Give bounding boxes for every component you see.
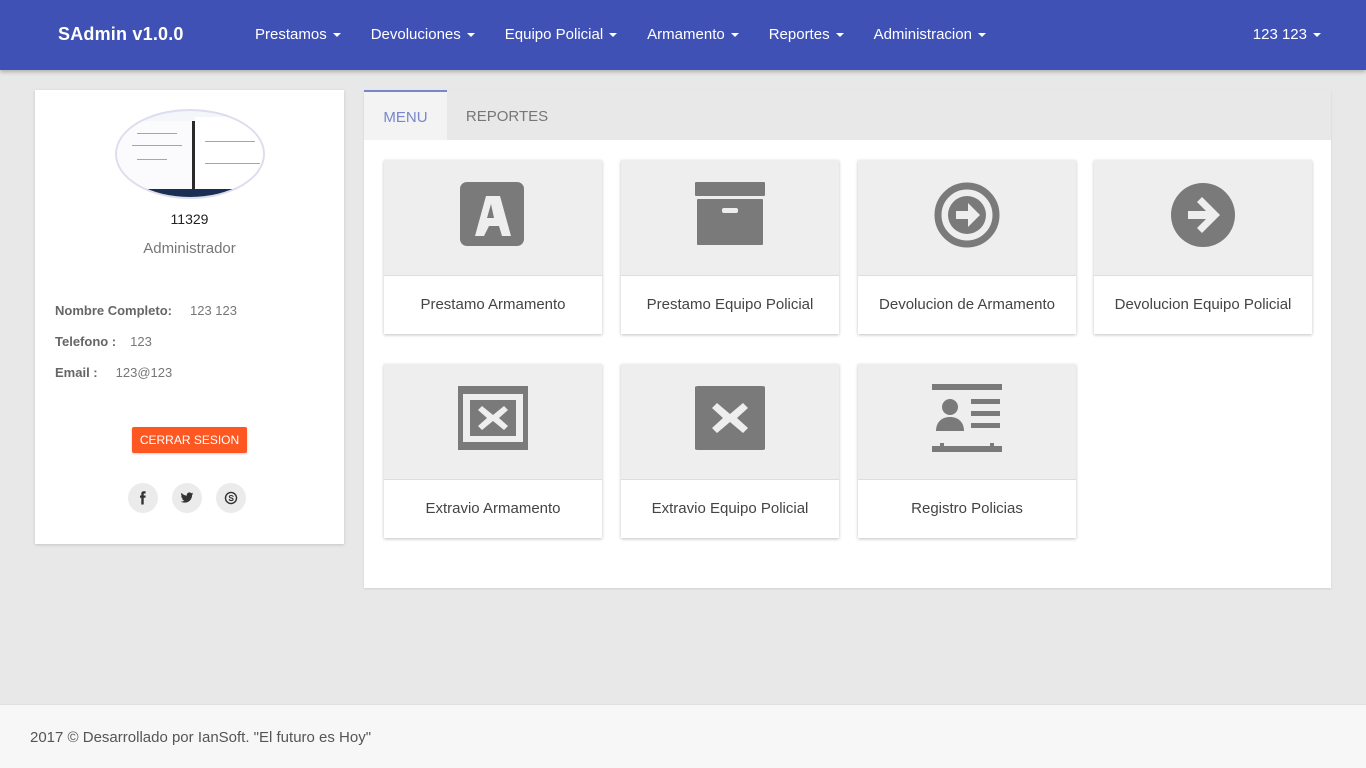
tab-bar: MENU REPORTES [364,90,1331,140]
tile-registro-policias[interactable]: Registro Policias [858,364,1076,538]
info-full-name: Nombre Completo: 123 123 [55,303,237,318]
tab-menu[interactable]: MENU [364,90,447,140]
tile-devolucion-armamento[interactable]: Devolucion de Armamento [858,160,1076,334]
tile-icon-area [621,160,839,276]
employee-number: 11329 [170,211,209,227]
menu-label: Prestamos [255,26,327,43]
avatar-line [132,145,182,146]
avatar [115,109,265,199]
tile-prestamo-equipo-policial[interactable]: Prestamo Equipo Policial [621,160,839,334]
email-label: Email : [55,365,98,380]
tile-label: Extravio Armamento [425,500,561,517]
menu-prestamos[interactable]: Prestamos [255,26,341,43]
tile-label: Registro Policias [911,500,1023,517]
caret-down-icon [609,32,618,37]
facebook-icon[interactable] [128,483,158,513]
tile-prestamo-armamento[interactable]: Prestamo Armamento [384,160,602,334]
main-menu: Prestamos Devoluciones Equipo Policial A… [255,26,1016,43]
tile-label: Prestamo Armamento [420,296,566,313]
circle-arrow-right-outline-icon [934,182,1000,248]
user-name: 123 123 [1252,26,1307,43]
caret-down-icon [466,32,475,37]
logout-button[interactable]: CERRAR SESION [132,427,247,453]
main-panel: MENU REPORTES Prestamo Armamento Prestam… [364,90,1331,588]
avatar-screenshot-window [195,117,263,193]
full-name-label: Nombre Completo: [55,303,172,318]
tile-label: Devolucion Equipo Policial [1114,296,1292,313]
tile-label: Prestamo Equipo Policial [646,296,814,313]
email-value: 123@123 [115,365,173,380]
tile-icon-area [384,364,602,480]
caret-down-icon [977,32,986,37]
tile-extravio-equipo-policial[interactable]: Extravio Equipo Policial [621,364,839,538]
caret-down-icon [1313,32,1321,37]
archive-box-icon [695,182,765,245]
caret-down-icon [835,32,844,37]
tile-icon-area [858,364,1076,480]
profile-card: 11329 Administrador Nombre Completo: 123 … [35,90,344,544]
menu-administracion[interactable]: Administracion [874,26,986,43]
menu-label: Armamento [647,26,725,43]
tile-label: Extravio Equipo Policial [651,500,809,517]
tile-extravio-armamento[interactable]: Extravio Armamento [384,364,602,538]
info-email: Email : 123@123 [55,365,172,380]
caret-down-icon [332,32,341,37]
avatar-line [137,133,177,134]
menu-devoluciones[interactable]: Devoluciones [371,26,475,43]
twitter-icon[interactable] [172,483,202,513]
caret-down-icon [730,32,739,37]
tile-devolucion-equipo-policial[interactable]: Devolucion Equipo Policial [1094,160,1312,334]
menu-armamento[interactable]: Armamento [647,26,739,43]
avatar-screenshot-window [117,121,195,193]
avatar-line [205,163,260,164]
menu-label: Administracion [873,26,972,43]
menu-label: Devoluciones [370,26,461,43]
top-navbar: SAdmin v1.0.0 Prestamos Devoluciones Equ… [0,0,1366,70]
window-close-outline-icon [458,386,528,450]
tile-label: Devolucion de Armamento [879,296,1055,313]
menu-label: Reportes [768,26,830,43]
menu-label: Equipo Policial [504,26,604,43]
footer-text: 2017 © Desarrollado por IanSoft. "El fut… [30,729,372,746]
tile-icon-area [1094,160,1312,276]
info-phone: Telefono : 123 [55,334,152,349]
brand-title[interactable]: SAdmin v1.0.0 [58,24,184,45]
id-card-icon [932,384,1002,452]
tab-reportes[interactable]: REPORTES [447,90,567,140]
circle-arrow-right-icon [1171,183,1235,247]
tile-icon-area [384,160,602,276]
avatar-line [137,159,167,160]
skype-icon[interactable] [216,483,246,513]
letter-a-icon [460,182,524,246]
user-role: Administrador [143,240,236,257]
phone-label: Telefono : [55,334,117,349]
avatar-taskbar [117,189,263,197]
menu-equipo-policial[interactable]: Equipo Policial [504,26,618,43]
avatar-line [205,141,255,142]
full-name-value: 123 123 [190,303,237,318]
menu-reportes[interactable]: Reportes [769,26,844,43]
footer: 2017 © Desarrollado por IanSoft. "El fut… [0,704,1366,768]
tile-icon-area [858,160,1076,276]
user-menu[interactable]: 123 123 [1253,26,1321,43]
phone-value: 123 [130,334,152,349]
tile-icon-area [621,364,839,480]
window-close-icon [695,386,765,450]
